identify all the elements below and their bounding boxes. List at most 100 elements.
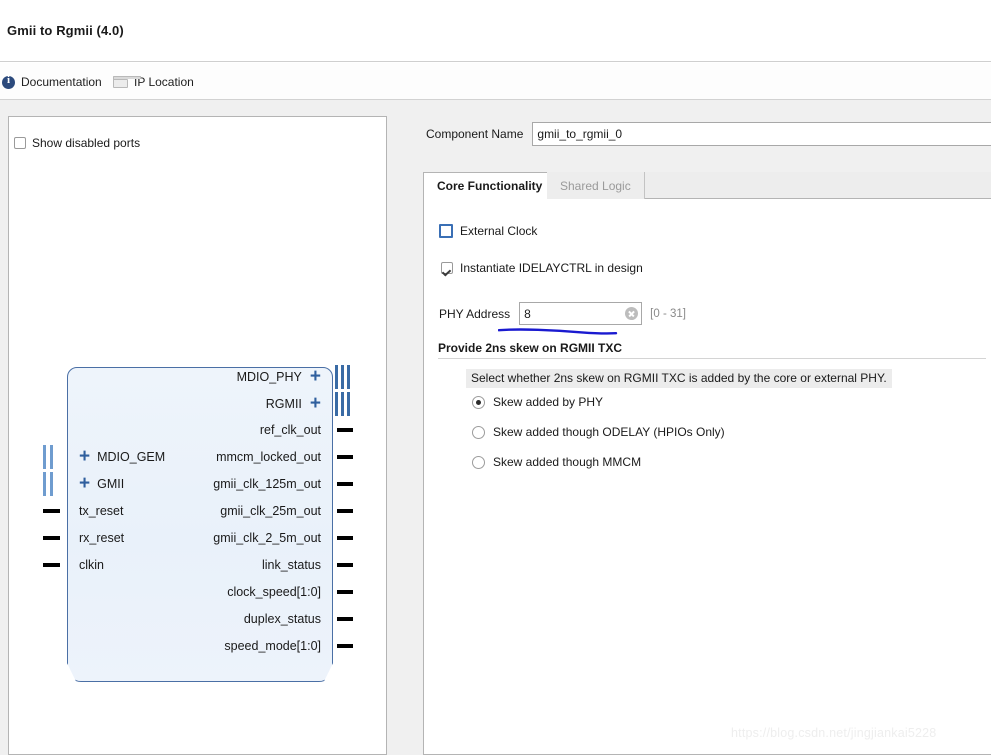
checkbox-box xyxy=(441,262,453,274)
port-row[interactable]: speed_mode[1:0] xyxy=(224,636,321,656)
port-label: gmii_clk_25m_out xyxy=(220,504,321,518)
port-row[interactable]: clock_speed[1:0] xyxy=(227,582,321,602)
phy-address-input-wrap xyxy=(519,302,643,325)
port-label: gmii_clk_125m_out xyxy=(213,477,321,491)
port-row[interactable]: ref_clk_out xyxy=(260,420,321,440)
checkbox-box xyxy=(439,224,453,238)
port-label: clkin xyxy=(79,558,105,572)
single-pin-icon xyxy=(43,509,60,513)
configuration-panel: Component Name Core Functionality Shared… xyxy=(421,118,991,755)
port-row[interactable]: mmcm_locked_out xyxy=(216,447,321,467)
port-label: clock_speed[1:0] xyxy=(227,585,321,599)
ip-location-button[interactable]: IP Location xyxy=(113,73,194,91)
tab-shared-logic[interactable]: Shared Logic xyxy=(547,172,645,199)
divider xyxy=(438,358,986,359)
component-name-input[interactable] xyxy=(532,122,991,146)
main-area: Show disabled ports MDIO_PHY + RGMII + r… xyxy=(0,100,991,755)
radio-skew-added-by-phy[interactable]: Skew added by PHY xyxy=(472,395,603,409)
port-row[interactable]: tx_reset xyxy=(79,501,123,521)
radio-label: Skew added by PHY xyxy=(493,395,604,409)
single-pin-icon xyxy=(337,644,353,648)
port-row[interactable]: link_status xyxy=(262,555,321,575)
port-label: duplex_status xyxy=(243,612,321,626)
show-disabled-ports-label: Show disabled ports xyxy=(32,136,141,150)
radio-button xyxy=(472,455,485,469)
tab-strip: Core Functionality Shared Logic xyxy=(423,172,991,200)
single-pin-icon xyxy=(337,536,353,540)
documentation-button[interactable]: Documentation xyxy=(2,73,102,91)
port-label: RGMII xyxy=(265,397,302,411)
radio-button xyxy=(472,425,485,439)
instantiate-idelayctrl-label: Instantiate IDELAYCTRL in design xyxy=(460,261,643,275)
ip-symbol-panel: Show disabled ports MDIO_PHY + RGMII + r… xyxy=(8,116,387,755)
toolbar: Documentation IP Location xyxy=(0,63,991,100)
radio-button xyxy=(472,395,485,409)
port-label: gmii_clk_2_5m_out xyxy=(213,531,321,545)
phy-address-label: PHY Address xyxy=(439,306,511,321)
ip-block-body xyxy=(67,367,333,682)
ip-configuration-window: Gmii to Rgmii (4.0) Documentation IP Loc… xyxy=(0,0,991,755)
tab-core-functionality[interactable]: Core Functionality xyxy=(423,172,557,200)
bus-pin-icon xyxy=(43,472,55,496)
phy-address-input[interactable] xyxy=(519,302,643,325)
tab-label: Shared Logic xyxy=(560,178,631,193)
folder-icon xyxy=(113,76,141,88)
single-pin-icon xyxy=(43,536,60,540)
port-label: tx_reset xyxy=(79,504,124,518)
page-title: Gmii to Rgmii (4.0) xyxy=(7,23,124,38)
port-row[interactable]: gmii_clk_125m_out xyxy=(213,474,321,494)
external-clock-label: External Clock xyxy=(460,224,538,238)
info-circle-icon xyxy=(2,74,15,89)
component-name-label: Component Name xyxy=(426,127,524,141)
radio-skew-added-though-odelay[interactable]: Skew added though ODELAY (HPIOs Only) xyxy=(472,425,725,439)
radio-skew-added-though-mmcm[interactable]: Skew added though MMCM xyxy=(472,455,641,469)
port-row[interactable]: gmii_clk_25m_out xyxy=(220,501,321,521)
expand-plus-icon[interactable]: + xyxy=(79,447,90,466)
bus-pin-icon xyxy=(335,365,352,389)
expand-plus-icon[interactable]: + xyxy=(310,367,321,386)
annotation-underline xyxy=(498,328,618,335)
radio-label: Skew added though ODELAY (HPIOs Only) xyxy=(493,425,725,439)
instantiate-idelayctrl-checkbox[interactable]: Instantiate IDELAYCTRL in design xyxy=(441,261,643,275)
port-row[interactable]: duplex_status xyxy=(244,609,321,629)
checkbox-box xyxy=(14,137,26,149)
expand-plus-icon[interactable]: + xyxy=(79,474,90,493)
ip-block-symbol: MDIO_PHY + RGMII + ref_clk_out mmcm_lock… xyxy=(43,357,353,682)
single-pin-icon xyxy=(337,617,353,621)
external-clock-checkbox[interactable]: External Clock xyxy=(439,224,537,238)
single-pin-icon xyxy=(337,428,353,432)
skew-section-title: Provide 2ns skew on RGMII TXC xyxy=(438,341,623,355)
watermark-text: https://blog.csdn.net/jingjiankai5228 xyxy=(731,726,937,740)
documentation-label: Documentation xyxy=(21,75,102,89)
port-row[interactable]: MDIO_PHY + xyxy=(237,367,321,387)
skew-hint-text: Select whether 2ns skew on RGMII TXC is … xyxy=(466,369,892,388)
phy-address-range: [0 - 31] xyxy=(650,307,686,320)
port-label: ref_clk_out xyxy=(259,423,321,437)
single-pin-icon xyxy=(337,563,353,567)
ip-location-label: IP Location xyxy=(134,75,194,89)
tab-label: Core Functionality xyxy=(437,179,543,193)
port-row[interactable]: rx_reset xyxy=(79,528,124,548)
show-disabled-ports-checkbox[interactable]: Show disabled ports xyxy=(14,136,140,150)
single-pin-icon xyxy=(337,590,353,594)
tab-panel-core-functionality: External Clock Instantiate IDELAYCTRL in… xyxy=(423,199,991,755)
single-pin-icon xyxy=(337,455,353,459)
phy-address-row: PHY Address [0 - 31] xyxy=(439,302,686,325)
radio-label: Skew added though MMCM xyxy=(493,455,642,469)
port-label: MDIO_GEM xyxy=(97,450,166,464)
window-title-bar: Gmii to Rgmii (4.0) xyxy=(0,0,991,62)
port-label: mmcm_locked_out xyxy=(216,450,321,464)
port-label: speed_mode[1:0] xyxy=(224,639,321,653)
single-pin-icon xyxy=(337,509,353,513)
port-row[interactable]: gmii_clk_2_5m_out xyxy=(213,528,321,548)
single-pin-icon xyxy=(43,563,60,567)
port-row[interactable]: + MDIO_GEM xyxy=(79,447,165,467)
port-label: rx_reset xyxy=(79,531,125,545)
component-name-row: Component Name xyxy=(421,118,991,150)
skew-section-header: Provide 2ns skew on RGMII TXC xyxy=(438,341,986,359)
expand-plus-icon[interactable]: + xyxy=(310,394,321,413)
bus-pin-icon xyxy=(335,392,352,416)
port-row[interactable]: RGMII + xyxy=(266,394,321,414)
port-row[interactable]: + GMII xyxy=(79,474,124,494)
port-row[interactable]: clkin xyxy=(79,555,104,575)
